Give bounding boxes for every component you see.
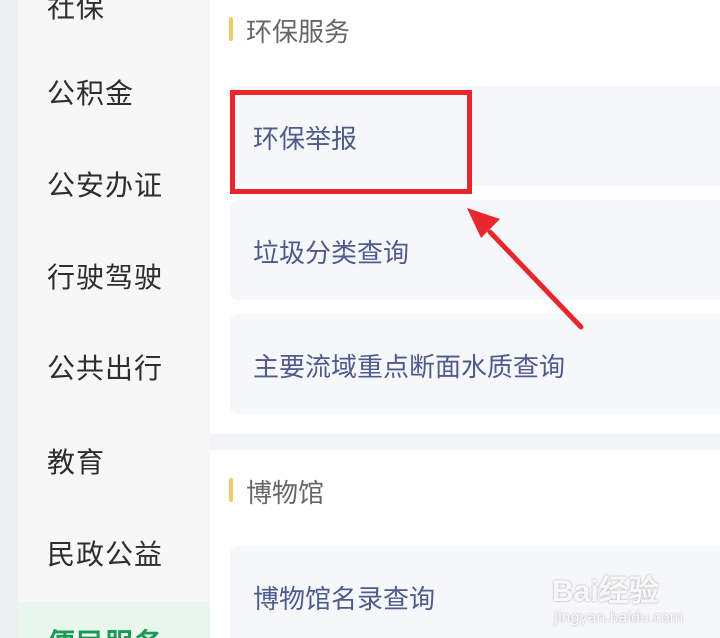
baidu-jingyan-watermark: Bai经验 jingyan.baidu.com bbox=[552, 566, 712, 632]
watermark-url: jingyan.baidu.com bbox=[554, 610, 684, 626]
watermark-logo: Bai经验 bbox=[552, 575, 659, 608]
annotation-arrow-icon bbox=[467, 208, 584, 330]
